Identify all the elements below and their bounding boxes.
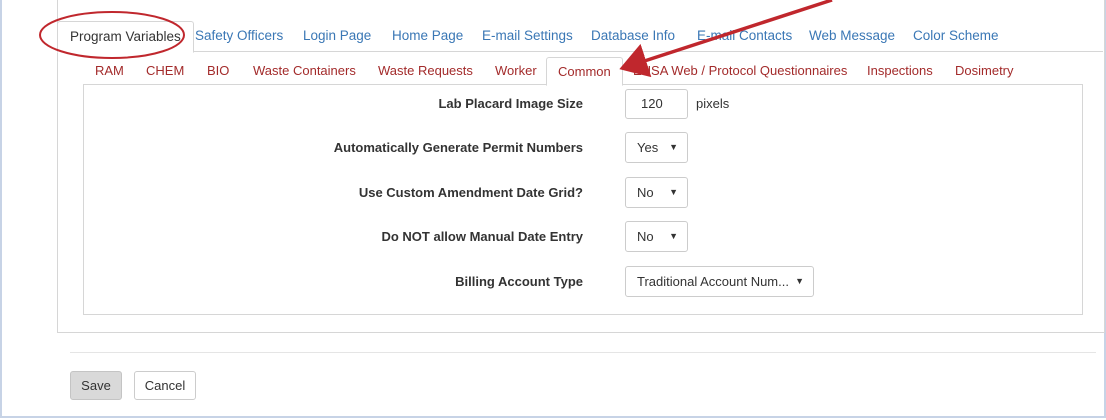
caret-down-icon: ▼ bbox=[669, 187, 678, 197]
caret-down-icon: ▼ bbox=[669, 231, 678, 241]
auto-permit-value: Yes bbox=[637, 140, 659, 155]
tab-program-variables[interactable]: Program Variables bbox=[57, 21, 194, 53]
subtab-worker[interactable]: Worker bbox=[495, 57, 537, 84]
subtab-chem[interactable]: CHEM bbox=[146, 57, 184, 84]
footer-divider bbox=[70, 352, 1096, 353]
sub-tab-bar: RAM CHEM BIO Waste Containers Waste Requ… bbox=[83, 57, 1083, 86]
subtab-waste-containers[interactable]: Waste Containers bbox=[253, 57, 356, 84]
manual-date-value: No bbox=[637, 229, 654, 244]
tab-email-contacts[interactable]: E-mail Contacts bbox=[697, 21, 792, 51]
subtab-ram[interactable]: RAM bbox=[95, 57, 124, 84]
save-button[interactable]: Save bbox=[70, 371, 122, 400]
custom-amendment-value: No bbox=[637, 185, 654, 200]
subtab-ehsa-web[interactable]: EHSA Web / Protocol Questionnaires bbox=[633, 57, 847, 84]
caret-down-icon: ▼ bbox=[669, 142, 678, 152]
subtab-dosimetry[interactable]: Dosimetry bbox=[955, 57, 1014, 84]
lab-placard-unit: pixels bbox=[696, 96, 730, 111]
custom-amendment-label: Use Custom Amendment Date Grid? bbox=[358, 185, 583, 200]
manual-date-label: Do NOT allow Manual Date Entry bbox=[381, 229, 583, 244]
auto-permit-label: Automatically Generate Permit Numbers bbox=[333, 140, 583, 155]
tab-home-page[interactable]: Home Page bbox=[392, 21, 463, 51]
billing-account-value: Traditional Account Num... bbox=[637, 274, 789, 289]
billing-account-label: Billing Account Type bbox=[455, 274, 583, 289]
tab-email-settings[interactable]: E-mail Settings bbox=[482, 21, 573, 51]
top-tab-bar: Program Variables Safety Officers Login … bbox=[57, 21, 1103, 53]
tab-login-page[interactable]: Login Page bbox=[303, 21, 371, 51]
caret-down-icon: ▼ bbox=[795, 276, 804, 286]
cancel-button[interactable]: Cancel bbox=[134, 371, 196, 400]
billing-account-select[interactable]: Traditional Account Num... ▼ bbox=[625, 266, 814, 297]
common-settings-form bbox=[83, 84, 1083, 315]
subtab-waste-requests[interactable]: Waste Requests bbox=[378, 57, 473, 84]
lab-placard-label: Lab Placard Image Size bbox=[438, 96, 583, 111]
subtab-bio[interactable]: BIO bbox=[207, 57, 229, 84]
tab-web-message[interactable]: Web Message bbox=[809, 21, 895, 51]
custom-amendment-select[interactable]: No ▼ bbox=[625, 177, 688, 208]
tab-safety-officers[interactable]: Safety Officers bbox=[195, 21, 283, 51]
subtab-inspections[interactable]: Inspections bbox=[867, 57, 933, 84]
subtab-common[interactable]: Common bbox=[546, 57, 623, 86]
manual-date-select[interactable]: No ▼ bbox=[625, 221, 688, 252]
auto-permit-select[interactable]: Yes ▼ bbox=[625, 132, 688, 163]
tab-color-scheme[interactable]: Color Scheme bbox=[913, 21, 999, 51]
lab-placard-size-input[interactable]: 120 bbox=[625, 89, 688, 119]
tab-database-info[interactable]: Database Info bbox=[591, 21, 675, 51]
